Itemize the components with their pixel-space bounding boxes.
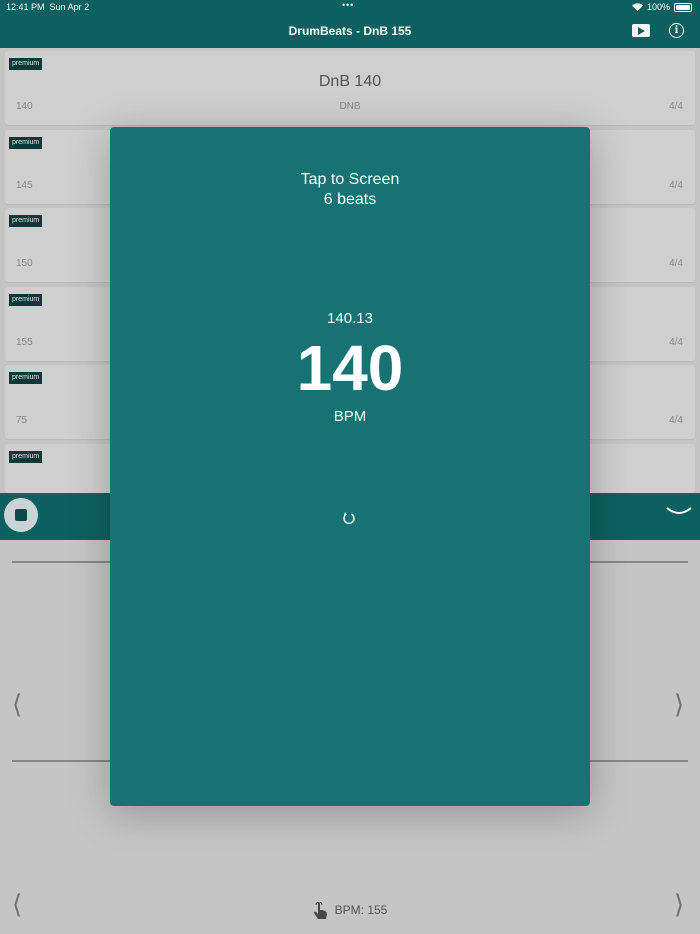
tap-instructions: Tap to Screen 6 beats: [110, 170, 590, 210]
rounded-bpm: 140: [296, 332, 404, 404]
tap-tempo-modal[interactable]: Tap to Screen 6 beats 140.13 140 BPM: [110, 127, 590, 806]
bpm-unit-label: BPM: [333, 408, 367, 425]
exact-bpm: 140.13: [327, 310, 373, 327]
beat-count: 6 beats: [323, 191, 377, 208]
reset-icon[interactable]: [342, 511, 356, 525]
tap-instruction-text: Tap to Screen: [300, 171, 400, 188]
